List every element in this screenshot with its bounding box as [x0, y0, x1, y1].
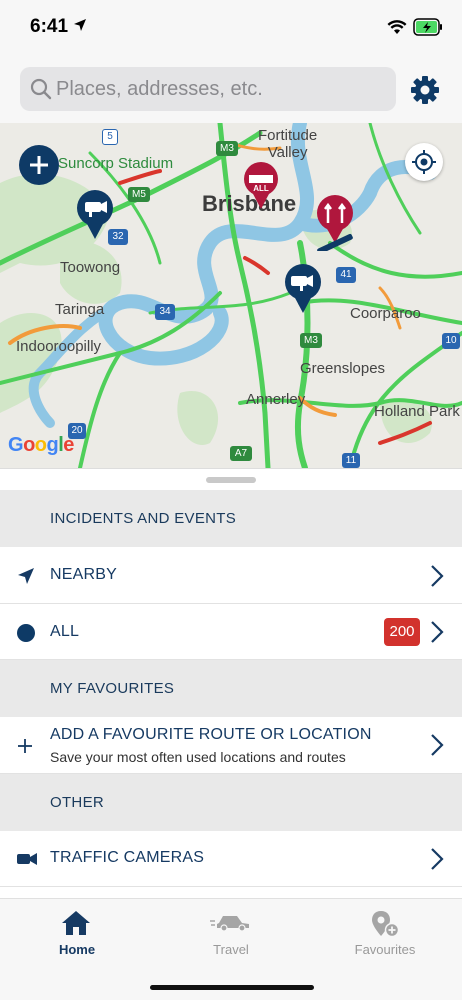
tab-label: Home — [58, 942, 96, 957]
road-shield: 34 — [155, 304, 175, 320]
plus-icon — [18, 739, 32, 753]
chevron-right-icon — [431, 848, 444, 870]
add-button[interactable] — [19, 145, 59, 185]
search-icon — [30, 78, 52, 100]
google-logo: Google — [8, 434, 74, 456]
crosshair-icon — [412, 150, 436, 174]
home-indicator — [150, 985, 314, 990]
roadworks-marker[interactable] — [314, 193, 356, 251]
marker-all-text: ALL — [253, 184, 269, 193]
home-icon — [62, 911, 90, 935]
chevron-right-icon — [431, 565, 444, 587]
list-item-label: ALL — [50, 623, 80, 640]
list-item-nearby[interactable]: NEARBY — [0, 547, 462, 604]
map-label-fortitude-valley: Fortitude Valley — [258, 127, 318, 161]
map-label-suncorp-stadium: Suncorp Stadium — [58, 155, 174, 172]
road-shield: 11 — [342, 453, 360, 468]
section-header-other: OTHER — [0, 774, 462, 831]
tab-label: Favourites — [354, 942, 416, 957]
drag-handle[interactable] — [206, 477, 256, 483]
map-label-greenslopes: Greenslopes — [300, 360, 386, 377]
tab-travel[interactable]: Travel — [154, 899, 308, 969]
car-icon — [210, 916, 249, 932]
map-label-annerley: Annerley — [246, 391, 306, 408]
list-item-label: ADD A FAVOURITE ROUTE OR LOCATION — [50, 726, 372, 743]
road-shield: M5 — [128, 187, 150, 202]
tab-label: Travel — [213, 942, 249, 957]
map-label-toowong: Toowong — [60, 259, 121, 276]
section-title: OTHER — [50, 794, 104, 811]
list-item-traffic-cameras[interactable]: TRAFFIC CAMERAS — [0, 831, 462, 887]
search-input[interactable] — [56, 67, 386, 111]
battery-charging-icon — [413, 18, 442, 36]
list-item-subtitle: Save your most often used locations and … — [50, 749, 346, 765]
list-item-add-favourite[interactable]: ADD A FAVOURITE ROUTE OR LOCATION Save y… — [0, 717, 462, 774]
road-shield: M3 — [216, 141, 238, 156]
wifi-icon — [387, 20, 407, 34]
count-badge: 200 — [384, 618, 420, 646]
map-label-indooroopilly: Indooroopilly — [16, 338, 102, 355]
search-box[interactable] — [20, 67, 396, 111]
list-item-label: NEARBY — [50, 566, 117, 583]
traffic-camera-marker[interactable] — [282, 263, 324, 315]
tab-favourites[interactable]: Favourites — [308, 899, 462, 969]
map-label-holland-park: Holland Park — [374, 403, 460, 420]
section-title: MY FAVOURITES — [50, 680, 175, 697]
traffic-map[interactable]: 5 M3 M5 32 41 34 M3 10 20 A7 11 Fortitud… — [0, 123, 462, 468]
traffic-camera-marker[interactable] — [74, 189, 116, 241]
status-bar: 6:41 — [0, 0, 462, 58]
video-camera-icon — [17, 853, 37, 865]
road-shield: 10 — [442, 333, 460, 349]
search-header — [0, 58, 462, 123]
road-shield: M3 — [300, 333, 322, 348]
my-location-button[interactable] — [405, 143, 443, 181]
location-arrow-icon — [74, 19, 86, 31]
road-shield: 5 — [102, 129, 118, 145]
location-plus-icon — [372, 911, 400, 938]
list-item-label: TRAFFIC CAMERAS — [50, 849, 205, 866]
navigation-arrow-icon — [18, 568, 34, 584]
tab-home[interactable]: Home — [0, 899, 154, 969]
road-shield: 41 — [336, 267, 356, 283]
status-time: 6:41 — [30, 16, 69, 37]
road-shield: A7 — [230, 446, 252, 461]
section-header-incidents: INCIDENTS AND EVENTS — [0, 490, 462, 547]
road-closed-marker[interactable]: ALL — [242, 161, 280, 211]
chevron-right-icon — [431, 621, 444, 643]
list-item-all[interactable]: ALL 200 — [0, 604, 462, 660]
circle-icon — [17, 624, 35, 642]
map-label-taringa: Taringa — [55, 301, 105, 318]
plus-icon — [30, 156, 48, 174]
section-header-favourites: MY FAVOURITES — [0, 660, 462, 717]
tab-bar: Home Travel Favourites — [0, 898, 462, 1000]
map-label-coorparoo: Coorparoo — [350, 305, 421, 322]
sheet-handle-area[interactable] — [0, 468, 462, 490]
chevron-right-icon — [431, 734, 444, 756]
section-title: INCIDENTS AND EVENTS — [50, 510, 237, 527]
gear-icon[interactable] — [408, 73, 442, 107]
